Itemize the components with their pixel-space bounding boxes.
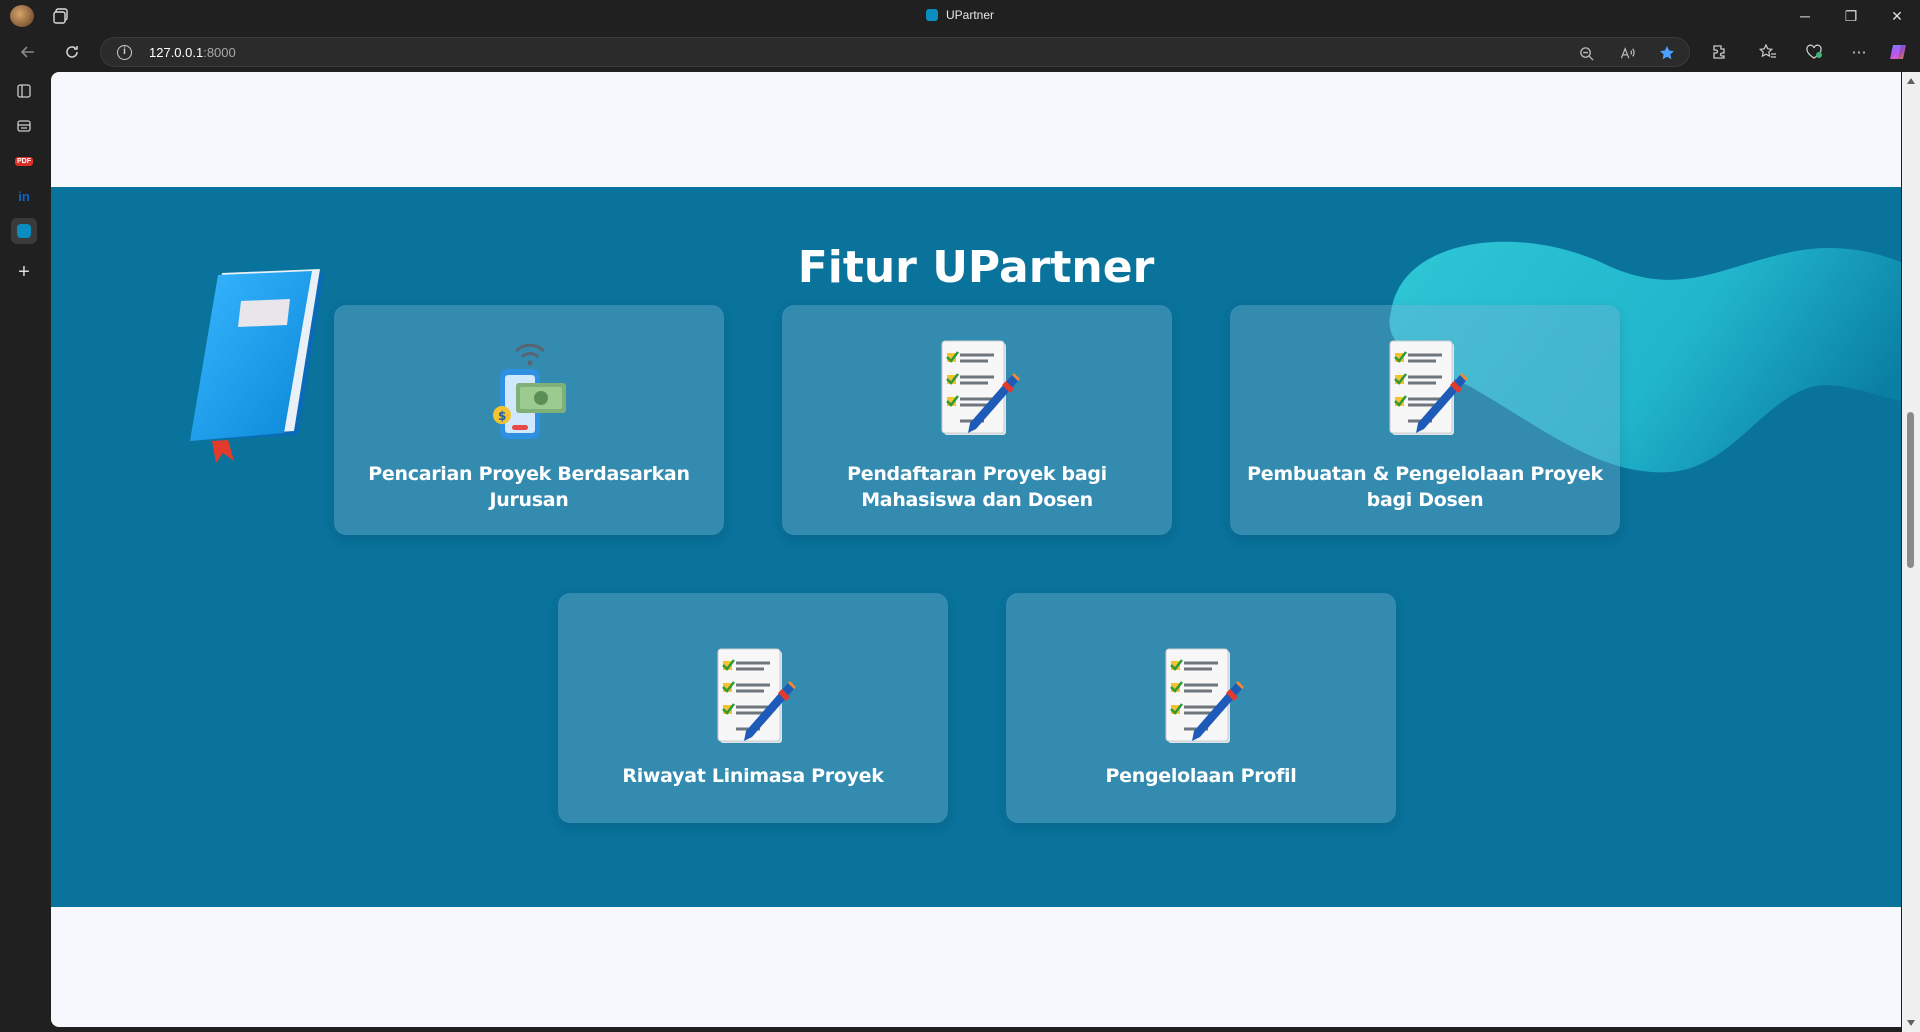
feature-label: Pembuatan & Pengelolaan Proyek bagi Dose… <box>1247 463 1603 511</box>
feature-card-riwayat[interactable]: Riwayat Linimasa Proyek <box>558 593 948 823</box>
window-title: UPartner <box>0 8 1920 22</box>
add-icon[interactable]: + <box>11 259 37 285</box>
feature-label: Pengelolaan Profil <box>1105 765 1297 787</box>
arrow-left-icon <box>20 46 34 58</box>
copilot-icon[interactable] <box>1884 38 1912 66</box>
refresh-icon <box>66 46 78 58</box>
browser-title-bar: UPartner ─ ❐ ✕ <box>0 0 1920 32</box>
feature-card-pembuatan[interactable]: Pembuatan & Pengelolaan Proyek bagi Dose… <box>1230 305 1620 535</box>
browser-essentials-icon[interactable] <box>1800 38 1828 66</box>
back-button[interactable] <box>14 38 42 66</box>
extensions-icon[interactable] <box>1705 38 1733 66</box>
address-bar[interactable]: i 127.0.0.1:8000 <box>100 37 1690 67</box>
book-illustration-icon <box>190 269 324 463</box>
refresh-button[interactable] <box>58 38 86 66</box>
checklist-pen-icon <box>1389 340 1468 435</box>
linkedin-icon[interactable]: in <box>11 183 37 209</box>
checklist-pen-icon <box>717 648 796 743</box>
minimize-button[interactable]: ─ <box>1782 0 1828 32</box>
site-info-icon[interactable]: i <box>117 45 132 60</box>
close-button[interactable]: ✕ <box>1874 0 1920 32</box>
favorites-icon[interactable] <box>1754 38 1782 66</box>
feature-card-pencarian[interactable]: $ Pencarian Proyek Berdasarkan Jurusan <box>334 305 724 535</box>
feature-label: Pendaftaran Proyek bagi Mahasiswa dan Do… <box>847 463 1107 511</box>
browser-toolbar: i 127.0.0.1:8000 ⋯ <box>0 32 1920 72</box>
page-scrollbar[interactable] <box>1902 72 1920 1032</box>
upartner-icon[interactable] <box>11 218 37 244</box>
feature-section: Fitur UPartner $ Pencarian Proyek Berdas… <box>51 187 1901 907</box>
pdf-icon[interactable]: PDF <box>11 148 37 174</box>
feature-label: Pencarian Proyek Berdasarkan Jurusan <box>368 463 690 511</box>
browser-sidebar: PDF in + <box>0 72 50 1032</box>
more-menu-icon[interactable]: ⋯ <box>1845 38 1873 66</box>
scrollbar-thumb[interactable] <box>1907 412 1914 568</box>
reading-list-icon[interactable] <box>11 113 37 139</box>
checklist-pen-icon <box>941 340 1020 435</box>
tab-title: UPartner <box>945 8 995 22</box>
upartner-favicon-icon <box>925 9 938 21</box>
page-viewport: Fitur UPartner $ Pencarian Proyek Berdas… <box>51 72 1901 1027</box>
favorite-star-icon[interactable] <box>1657 43 1677 63</box>
svg-text:$: $ <box>498 409 506 423</box>
zoom-out-icon[interactable] <box>1576 43 1596 63</box>
restore-button[interactable]: ❐ <box>1828 0 1874 32</box>
collections-icon[interactable] <box>11 78 37 104</box>
feature-card-profil[interactable]: Pengelolaan Profil <box>1006 593 1396 823</box>
read-aloud-icon[interactable] <box>1617 43 1637 63</box>
scroll-down-icon[interactable] <box>1907 1020 1915 1026</box>
checklist-pen-icon <box>1165 648 1244 743</box>
mobile-payment-icon: $ <box>493 343 566 439</box>
feature-label: Riwayat Linimasa Proyek <box>622 765 884 787</box>
feature-card-pendaftaran[interactable]: Pendaftaran Proyek bagi Mahasiswa dan Do… <box>782 305 1172 535</box>
scroll-up-icon[interactable] <box>1907 78 1915 84</box>
url-text[interactable]: 127.0.0.1:8000 <box>149 45 236 60</box>
